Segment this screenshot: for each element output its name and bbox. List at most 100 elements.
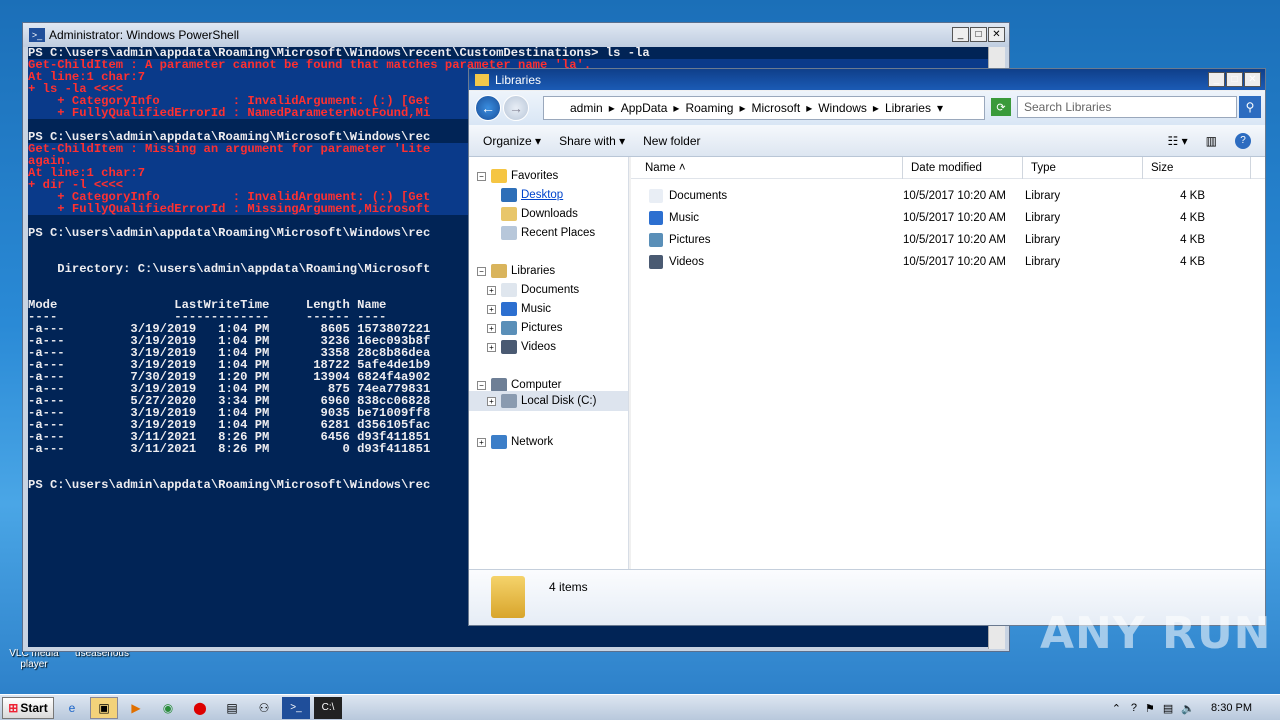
breadcrumb[interactable]: admin ▸ AppData ▸ Roaming ▸ Microsoft ▸ Wind… bbox=[543, 96, 985, 120]
nav-libraries[interactable]: − Libraries bbox=[477, 264, 555, 278]
recent-places-icon bbox=[501, 226, 517, 240]
search-input[interactable]: Search Libraries bbox=[1017, 96, 1237, 118]
media-player-icon[interactable]: ▶ bbox=[122, 697, 150, 719]
column-name[interactable]: Name ˄ bbox=[631, 157, 903, 179]
minimize-button[interactable]: _ bbox=[952, 27, 969, 42]
cmd-icon[interactable]: C:\ bbox=[314, 696, 342, 719]
desktop-icon bbox=[501, 188, 517, 202]
network-tray-icon[interactable]: ▤ bbox=[1163, 702, 1173, 715]
file-row[interactable]: Documents 10/5/2017 10:20 AM Library 4 KB bbox=[631, 185, 1265, 207]
close-button[interactable]: ✕ bbox=[1244, 72, 1261, 87]
nav-music[interactable]: + Music bbox=[487, 302, 551, 316]
clock[interactable]: 8:30 PM bbox=[1211, 702, 1252, 714]
collapse-toggle[interactable]: − bbox=[477, 266, 486, 276]
nav-videos[interactable]: + Videos bbox=[487, 340, 556, 354]
file-date: 10/5/2017 10:20 AM bbox=[903, 212, 1006, 224]
libraries-icon bbox=[491, 264, 507, 278]
expand-toggle[interactable]: + bbox=[487, 285, 496, 295]
back-button[interactable]: ← bbox=[475, 95, 501, 121]
explorer-taskbar-icon[interactable]: ▣ bbox=[90, 696, 118, 719]
file-row[interactable]: Music 10/5/2017 10:20 AM Library 4 KB bbox=[631, 207, 1265, 229]
nav-pictures[interactable]: + Pictures bbox=[487, 321, 563, 335]
file-type: Library bbox=[1025, 256, 1061, 268]
file-row[interactable]: Videos 10/5/2017 10:20 AM Library 4 KB bbox=[631, 251, 1265, 273]
nav-desktop[interactable]: Desktop bbox=[501, 188, 563, 202]
view-options-icon[interactable]: ☷ ▾ bbox=[1168, 134, 1188, 148]
maximize-button[interactable]: □ bbox=[1226, 72, 1243, 87]
expand-toggle[interactable]: + bbox=[477, 437, 486, 447]
refresh-icon[interactable]: ⟳ bbox=[991, 98, 1011, 116]
expand-toggle[interactable]: + bbox=[487, 304, 496, 314]
file-size: 4 KB bbox=[1180, 190, 1205, 202]
item-count: 4 items bbox=[549, 580, 588, 594]
preview-pane-icon[interactable]: ▥ bbox=[1206, 134, 1217, 148]
file-type: Library bbox=[1025, 234, 1061, 246]
collapse-toggle[interactable]: − bbox=[477, 380, 486, 390]
watermark: ANY RUN bbox=[1040, 608, 1272, 659]
breadcrumb-item[interactable]: admin bbox=[570, 101, 603, 115]
search-icon[interactable]: ⚲ bbox=[1239, 96, 1261, 118]
expand-toggle[interactable]: + bbox=[487, 342, 496, 352]
pictures-icon bbox=[501, 321, 517, 335]
share-with-button[interactable]: Share with ▾ bbox=[559, 134, 625, 148]
powershell-taskbar-icon[interactable]: >_ bbox=[282, 696, 310, 719]
column-size[interactable]: Size bbox=[1143, 157, 1251, 179]
nav-network[interactable]: + Network bbox=[477, 435, 553, 449]
network-icon bbox=[491, 435, 507, 449]
explorer-window[interactable]: Libraries _ □ ✕ ← → admin ▸ AppData ▸ Roam… bbox=[468, 68, 1266, 626]
start-button[interactable]: ⊞ Start bbox=[2, 696, 54, 719]
help-tray-icon[interactable]: ? bbox=[1131, 702, 1137, 714]
maximize-button[interactable]: □ bbox=[970, 27, 987, 42]
file-name: Videos bbox=[669, 256, 704, 268]
organize-button[interactable]: Organize ▾ bbox=[483, 134, 541, 148]
powershell-icon: >_ bbox=[29, 28, 45, 42]
system-tray: ⌃ ? ⚑ ▤ 🔈 8:30 PM bbox=[1112, 695, 1280, 720]
breadcrumb-item[interactable]: Libraries bbox=[885, 101, 931, 115]
column-type[interactable]: Type bbox=[1023, 157, 1143, 179]
breadcrumb-item[interactable]: Microsoft bbox=[752, 101, 801, 115]
help-icon[interactable]: ? bbox=[1235, 132, 1251, 149]
volume-icon[interactable]: 🔈 bbox=[1181, 702, 1195, 715]
file-name: Pictures bbox=[669, 234, 711, 246]
flag-icon[interactable]: ⚑ bbox=[1145, 702, 1155, 715]
nav-downloads[interactable]: Downloads bbox=[501, 207, 578, 221]
close-button[interactable]: ✕ bbox=[988, 27, 1005, 42]
opera-icon[interactable]: ⬤ bbox=[186, 697, 214, 719]
file-type: Library bbox=[1025, 190, 1061, 202]
breadcrumb-item[interactable]: Windows bbox=[818, 101, 867, 115]
windows-logo-icon: ⊞ bbox=[8, 700, 19, 715]
file-row[interactable]: Pictures 10/5/2017 10:20 AM Library 4 KB bbox=[631, 229, 1265, 251]
file-size: 4 KB bbox=[1180, 234, 1205, 246]
chrome-icon[interactable]: ◉ bbox=[154, 697, 182, 719]
nav-documents[interactable]: + Documents bbox=[487, 283, 579, 297]
downloads-icon bbox=[501, 207, 517, 221]
network-app-icon[interactable]: ⚇ bbox=[250, 697, 278, 719]
minimize-button[interactable]: _ bbox=[1208, 72, 1225, 87]
file-size: 4 KB bbox=[1180, 212, 1205, 224]
library-folder-icon bbox=[491, 576, 525, 618]
file-size: 4 KB bbox=[1180, 256, 1205, 268]
tray-arrow-icon[interactable]: ⌃ bbox=[1112, 702, 1121, 715]
forward-button[interactable]: → bbox=[503, 95, 529, 121]
powershell-titlebar[interactable]: >_ Administrator: Windows PowerShell _ □… bbox=[23, 23, 1009, 47]
expand-toggle[interactable]: + bbox=[487, 323, 496, 333]
collapse-toggle[interactable]: − bbox=[477, 171, 486, 181]
music-icon bbox=[501, 302, 517, 316]
app-icon[interactable]: ▤ bbox=[218, 697, 246, 719]
expand-toggle[interactable]: + bbox=[487, 396, 496, 406]
breadcrumb-item[interactable]: AppData bbox=[621, 101, 668, 115]
column-date[interactable]: Date modified bbox=[903, 157, 1023, 179]
new-folder-button[interactable]: New folder bbox=[643, 134, 700, 148]
library-icon bbox=[649, 211, 663, 225]
nav-computer[interactable]: − Computer bbox=[477, 378, 562, 392]
window-title: Administrator: Windows PowerShell bbox=[49, 28, 240, 42]
ie-icon[interactable]: e bbox=[58, 697, 86, 719]
nav-local-disk[interactable]: + Local Disk (C:) bbox=[469, 391, 628, 411]
library-icon bbox=[649, 233, 663, 247]
nav-recent-places[interactable]: Recent Places bbox=[501, 226, 595, 240]
explorer-titlebar[interactable]: Libraries _ □ ✕ bbox=[469, 69, 1265, 90]
nav-favorites[interactable]: − Favorites bbox=[477, 169, 558, 183]
file-date: 10/5/2017 10:20 AM bbox=[903, 256, 1006, 268]
command-bar: Organize ▾ Share with ▾ New folder ☷ ▾ ▥… bbox=[469, 125, 1265, 157]
breadcrumb-item[interactable]: Roaming bbox=[685, 101, 733, 115]
